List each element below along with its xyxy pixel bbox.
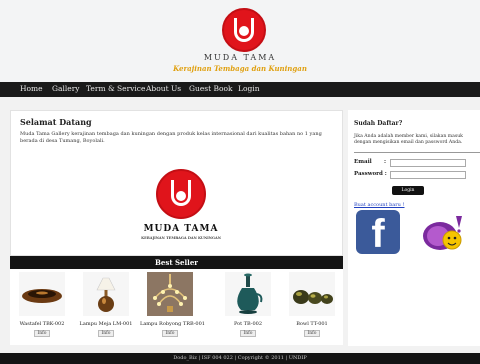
divider: [354, 152, 480, 153]
login-description: Jika Anda adalah member kami, silakan ma…: [354, 134, 463, 145]
product-card: Pot TB-002 Info: [218, 272, 278, 342]
password-field[interactable]: [390, 171, 466, 179]
product-name[interactable]: Bowl TT-001: [282, 321, 342, 327]
welcome-logo-brand: MUDA TAMA: [143, 224, 219, 234]
password-label: Password :: [354, 171, 387, 177]
welcome-logo-subtitle: KERAJINAN TEMBAGA DAN KUNINGAN: [141, 236, 221, 240]
facebook-icon[interactable]: f: [356, 210, 400, 256]
brand-name: MUDA TAMA: [203, 53, 277, 62]
email-field[interactable]: [390, 159, 466, 167]
product-name[interactable]: Lampu Robyong TRB-001: [140, 321, 205, 327]
login-title: Sudah Daftar?: [354, 120, 403, 127]
site-footer: Dodo_Biz | ISF 004 022 | Copyright © 201…: [0, 353, 480, 364]
welcome-text: Muda Tama Gallery kerajinan tembaga dan …: [20, 131, 322, 144]
sink-bowl-icon[interactable]: [19, 272, 65, 316]
nav-item-gallery[interactable]: Gallery: [52, 84, 80, 93]
product-card: Lampu Meja LM-001 Info: [76, 272, 136, 342]
info-button[interactable]: Info: [240, 330, 256, 337]
best-seller-list: Wastafel TBK-002 Info Lampu Meja LM-001 …: [10, 269, 343, 345]
nav-item-term-service[interactable]: Term & Service: [86, 84, 145, 93]
product-card: Bowl TT-001 Info: [282, 272, 342, 342]
muda-tama-logo[interactable]: [222, 8, 266, 52]
email-colon: :: [384, 159, 387, 165]
nav-item-about-us[interactable]: About Us: [146, 84, 181, 93]
nav-item-guest-book[interactable]: Guest Book: [189, 84, 233, 93]
yahoo-messenger-icon[interactable]: [418, 212, 468, 256]
best-seller-header: Best Seller: [10, 256, 343, 269]
welcome-logo-dot: [176, 191, 186, 201]
nav-item-login[interactable]: Login: [238, 84, 260, 93]
site-header: MUDA TAMA Kerajinan Tembaga dan Kuningan: [0, 0, 480, 82]
info-button[interactable]: Info: [34, 330, 50, 337]
logo-emblem-dot: [239, 26, 249, 36]
chandelier-icon[interactable]: [147, 272, 193, 316]
welcome-logo: [156, 169, 206, 219]
info-button[interactable]: Info: [304, 330, 320, 337]
nav-item-home[interactable]: Home: [20, 84, 43, 93]
vase-icon[interactable]: [225, 272, 271, 316]
product-card: Lampu Robyong TRB-001 Info: [140, 272, 205, 342]
info-button[interactable]: Info: [98, 330, 114, 337]
bowl-set-icon[interactable]: [289, 272, 335, 316]
login-sidebar: Sudah Daftar? Jika Anda adalah member ka…: [348, 110, 480, 346]
welcome-panel: Selamat Datang Muda Tama Gallery kerajin…: [10, 110, 343, 256]
product-card: Wastafel TBK-002 Info: [12, 272, 72, 342]
info-button[interactable]: Info: [162, 330, 178, 337]
welcome-title: Selamat Datang: [20, 117, 92, 127]
table-lamp-icon[interactable]: [83, 272, 129, 316]
signup-link[interactable]: Buat account baru !: [354, 202, 405, 208]
product-name[interactable]: Lampu Meja LM-001: [76, 321, 136, 327]
brand-tagline: Kerajinan Tembaga dan Kuningan: [173, 64, 307, 73]
email-label: Email: [354, 159, 372, 165]
product-name[interactable]: Wastafel TBK-002: [12, 321, 72, 327]
product-name[interactable]: Pot TB-002: [218, 321, 278, 327]
login-button[interactable]: Login: [392, 186, 424, 195]
main-nav: Home Gallery Term & Service About Us Gue…: [0, 82, 480, 97]
